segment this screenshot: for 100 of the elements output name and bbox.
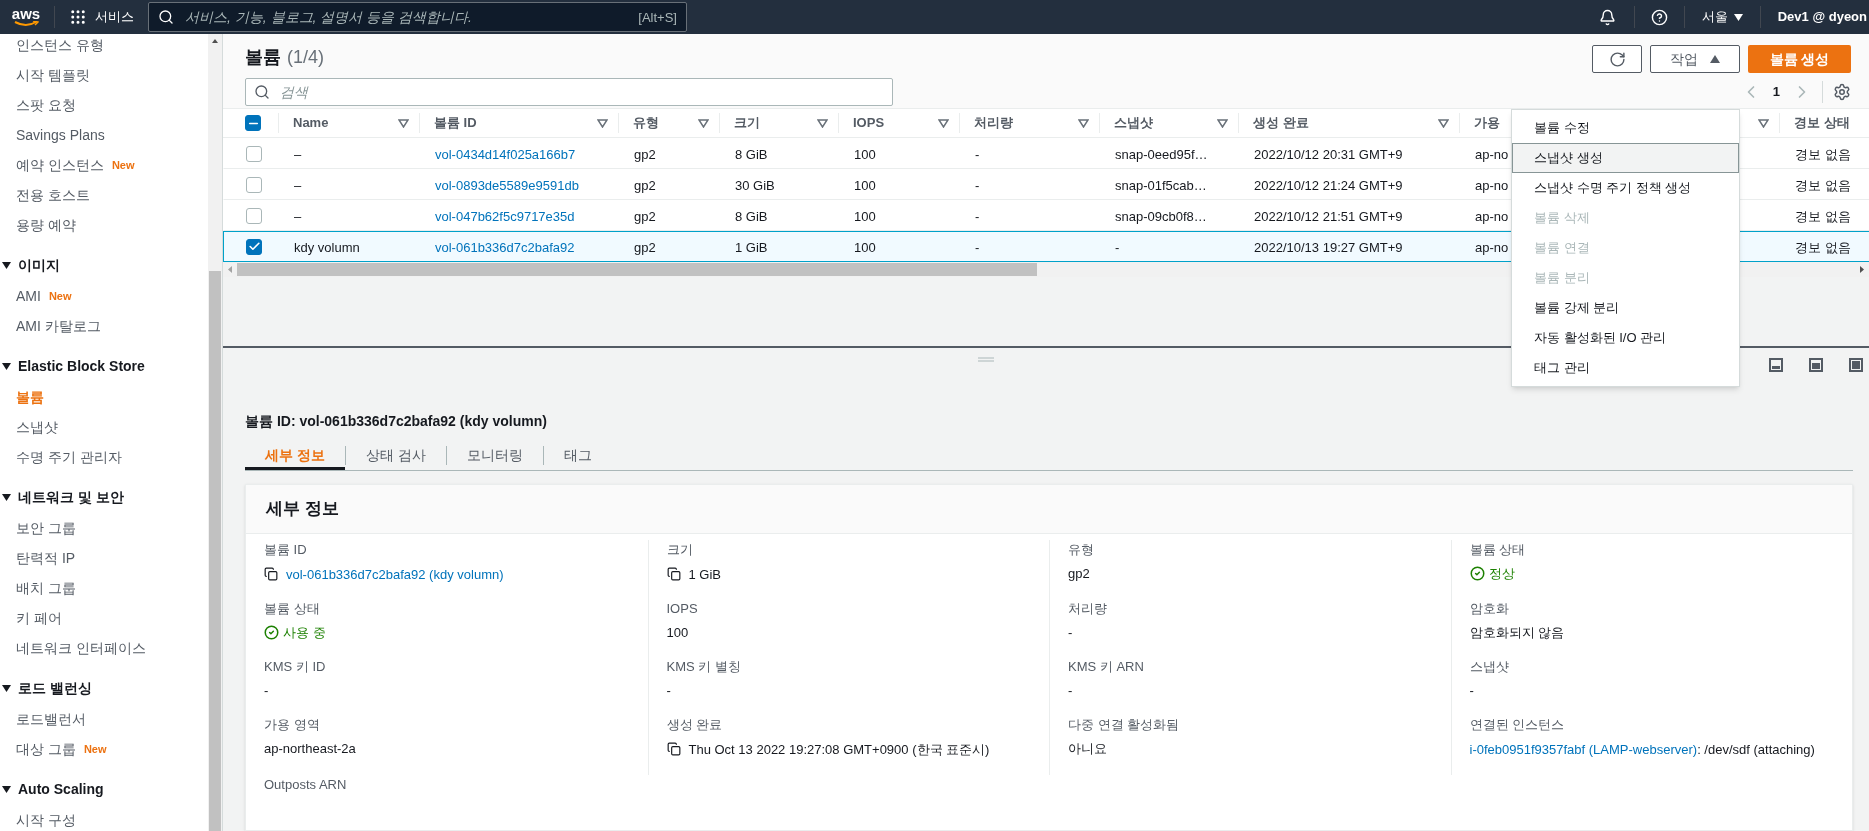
field-label: IOPS (666, 600, 699, 618)
copy-icon[interactable] (666, 741, 681, 756)
checkbox[interactable] (246, 238, 262, 255)
caret-icon[interactable] (2, 683, 11, 693)
column-header[interactable]: 볼륨 ID (434, 113, 597, 133)
table-cell: – (294, 208, 302, 224)
column-header[interactable]: 크기 (734, 113, 817, 133)
caret-icon[interactable] (2, 361, 11, 371)
sidebar-item[interactable]: Savings Plans (16, 124, 105, 146)
sidebar-item[interactable]: 인스턴스 유형 (16, 34, 104, 56)
table-cell: 2022/10/12 21:51 GMT+9 (1254, 208, 1403, 224)
column-header[interactable]: 생성 완료 (1253, 113, 1438, 133)
help-icon[interactable] (1650, 8, 1668, 26)
filter-icon[interactable] (1217, 118, 1228, 128)
services-menu-button[interactable]: 서비스 (55, 0, 148, 34)
menu-item[interactable]: 스냅샷 생성 (1512, 143, 1739, 173)
tab[interactable]: 상태 검사 (345, 440, 446, 470)
column-header[interactable]: IOPS (853, 113, 938, 133)
sidebar-section-title[interactable]: Elastic Block Store (18, 355, 145, 377)
checkbox[interactable] (246, 145, 262, 162)
panel-layout-icon[interactable] (1849, 358, 1863, 372)
sidebar-section-title[interactable]: 로드 밸런싱 (18, 677, 92, 699)
sidebar-item[interactable]: 보안 그룹 (16, 517, 76, 539)
account-menu-button[interactable]: Dev1 @ dyeon (1760, 7, 1869, 27)
field-label: 암호화 (1469, 600, 1510, 618)
caret-icon[interactable] (2, 784, 11, 794)
copy-icon[interactable] (264, 566, 278, 581)
sidebar-item[interactable]: 수명 주기 관리자 (16, 446, 122, 468)
menu-item[interactable]: 태그 관리 (1512, 353, 1739, 383)
region-menu-button[interactable]: 서울 (1684, 7, 1760, 27)
sidebar-item[interactable]: 용량 예약 (16, 214, 76, 236)
filter-icon[interactable] (1078, 118, 1089, 128)
menu-item[interactable]: 자동 활성화된 I/O 관리 (1512, 323, 1739, 353)
sidebar-section-title[interactable]: Auto Scaling (18, 778, 104, 800)
field-link[interactable]: vol-061b336d7c2bafa92 (kdy volumn) (286, 564, 504, 584)
column-header[interactable]: 경보 상태 (1794, 113, 1869, 133)
filter-icon[interactable] (817, 118, 828, 128)
panel-layout-icon[interactable] (1809, 358, 1823, 372)
caret-icon[interactable] (2, 492, 11, 502)
sidebar-section-title[interactable]: 네트워크 및 보안 (18, 486, 124, 508)
sidebar-item[interactable]: 스냅샷 (16, 416, 58, 438)
settings-icon[interactable] (1833, 83, 1851, 101)
sidebar-item[interactable]: 시작 구성 (16, 809, 76, 831)
tab[interactable]: 모니터링 (446, 440, 543, 470)
sidebar-item[interactable]: 시작 템플릿 (16, 64, 90, 86)
filter-icon[interactable] (398, 118, 409, 128)
refresh-icon (1608, 50, 1626, 68)
checkbox[interactable] (245, 115, 261, 131)
table-cell: 30 GiB (735, 177, 775, 193)
sidebar-item[interactable]: AMI (16, 285, 41, 307)
actions-button[interactable]: 작업 (1650, 45, 1740, 73)
column-header[interactable]: 처리량 (974, 113, 1078, 133)
aws-logo[interactable]: aws (4, 0, 48, 34)
sidebar-item[interactable]: 스팟 요청 (16, 94, 76, 116)
menu-item[interactable]: 스냅샷 수명 주기 정책 생성 (1512, 173, 1739, 203)
page-number[interactable]: 1 (1772, 82, 1780, 102)
notifications-icon[interactable] (1598, 8, 1616, 26)
panel-layout-icon[interactable] (1769, 358, 1783, 372)
filter-icon[interactable] (597, 118, 608, 128)
sidebar-scrollbar[interactable] (208, 34, 222, 831)
success-icon (264, 624, 279, 640)
sidebar-section-title[interactable]: 이미지 (18, 254, 60, 276)
checkbox[interactable] (246, 176, 262, 193)
new-tag: New (83, 740, 107, 758)
volume-id-link[interactable]: vol-0434d14f025a166b7 (435, 146, 576, 162)
field-label: 다중 연결 활성화됨 (1068, 716, 1181, 734)
caret-icon[interactable] (2, 260, 11, 270)
sidebar-item[interactable]: AMI 카탈로그 (16, 315, 101, 337)
volume-id-link[interactable]: vol-061b336d7c2bafa92 (435, 239, 575, 255)
table-cell: - (975, 146, 980, 162)
filter-icon[interactable] (938, 118, 949, 128)
filter-icon[interactable] (698, 118, 709, 128)
volume-id-link[interactable]: vol-0893de5589e9591db (435, 177, 579, 193)
filter-icon[interactable] (1758, 118, 1769, 128)
sidebar-item[interactable]: 로드밸런서 (16, 708, 86, 730)
filter-icon[interactable] (1438, 118, 1449, 128)
sidebar-item[interactable]: 대상 그룹 (16, 738, 76, 760)
column-header[interactable]: 스냅샷 (1114, 113, 1217, 133)
menu-item[interactable]: 볼륨 수정 (1512, 113, 1739, 143)
checkbox[interactable] (246, 207, 262, 224)
refresh-button[interactable] (1592, 45, 1642, 73)
sidebar-item[interactable]: 예약 인스턴스 (16, 154, 104, 176)
menu-item[interactable]: 볼륨 강제 분리 (1512, 293, 1739, 323)
panel-title: 볼륨 (245, 46, 281, 69)
resize-handle-icon[interactable] (978, 357, 994, 362)
sidebar-item[interactable]: 키 페어 (16, 607, 62, 629)
sidebar-item[interactable]: 네트워크 인터페이스 (16, 637, 146, 659)
search-field[interactable]: 검색 (245, 78, 893, 106)
sidebar-item[interactable]: 탄력적 IP (16, 547, 76, 569)
sidebar-item[interactable]: 전용 호스트 (16, 184, 90, 206)
tab[interactable]: 태그 (543, 440, 612, 470)
sidebar-item[interactable]: 배치 그룹 (16, 577, 76, 599)
volume-id-link[interactable]: vol-047b62f5c9717e35d (435, 208, 575, 224)
field-label: 볼륨 상태 (1469, 541, 1527, 559)
table-cell: 경보 없음 (1795, 177, 1851, 193)
column-header[interactable]: 유형 (633, 113, 698, 133)
column-header[interactable]: Name (293, 113, 398, 133)
grid-icon (69, 8, 87, 26)
copy-icon[interactable] (666, 566, 681, 581)
field-label: 유형 (1068, 541, 1095, 559)
